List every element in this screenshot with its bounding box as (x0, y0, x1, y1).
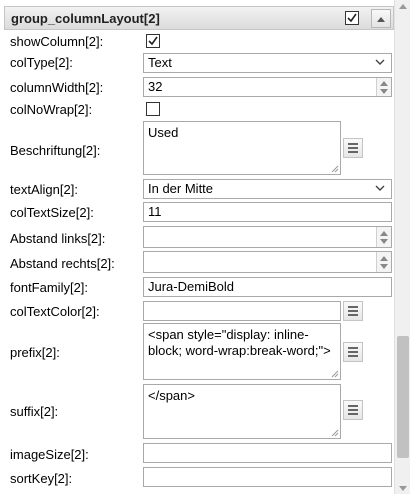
fontfamily-input[interactable]: Jura-DemiBold (143, 277, 392, 297)
list-editor-icon (348, 143, 358, 153)
resize-grip-icon (331, 370, 339, 378)
vertical-scrollbar[interactable] (394, 0, 410, 494)
spinner-down-icon (380, 264, 388, 269)
abstand-links-input[interactable] (143, 226, 392, 248)
prefix-editor-button[interactable] (343, 342, 363, 362)
properties-panel: group_columnLayout[2] showColumn[2]: col… (0, 0, 410, 494)
beschriftung-label: Beschriftung[2]: (10, 143, 101, 158)
resize-grip-icon (331, 165, 339, 173)
imagesize-label: imageSize[2]: (10, 447, 89, 462)
coltype-value: Text (148, 55, 172, 70)
scroll-down-icon (399, 486, 407, 491)
textalign-value: In der Mitte (148, 181, 214, 196)
abstand-rechts-label: Abstand rechts[2]: (10, 256, 115, 271)
beschriftung-textarea[interactable]: Used (143, 121, 341, 175)
columnwidth-input[interactable]: 32 (143, 77, 392, 97)
coltextsize-input[interactable]: 11 (143, 202, 392, 222)
columnwidth-spinner[interactable] (376, 78, 391, 96)
scroll-up-icon (399, 4, 407, 9)
abstand-rechts-spinner[interactable] (376, 252, 391, 272)
spinner-up-icon (380, 256, 388, 261)
chevron-down-icon (375, 59, 385, 65)
fontfamily-label: fontFamily[2]: (10, 280, 89, 295)
checkmark-icon (148, 36, 158, 46)
beschriftung-editor-button[interactable] (343, 138, 363, 158)
abstand-links-spinner[interactable] (376, 227, 391, 247)
fontfamily-value: Jura-DemiBold (148, 279, 234, 294)
showcolumn-label: showColumn[2]: (10, 34, 104, 49)
coltextcolor-editor-button[interactable] (343, 301, 363, 321)
sortkey-input[interactable] (143, 467, 392, 487)
list-editor-icon (348, 306, 358, 316)
suffix-value: </span> (148, 388, 195, 403)
group-header: group_columnLayout[2] (4, 6, 394, 30)
coltextcolor-label: colTextColor[2]: (10, 304, 100, 319)
resize-grip-icon (331, 429, 339, 437)
abstand-links-label: Abstand links[2]: (10, 231, 106, 246)
coltype-select[interactable]: Text (143, 53, 392, 73)
coltextcolor-input[interactable] (143, 301, 341, 321)
suffix-label: suffix[2]: (10, 404, 59, 419)
collapse-button[interactable] (371, 9, 391, 28)
list-editor-icon (348, 347, 358, 357)
spinner-down-icon (380, 89, 388, 94)
sortkey-label: sortKey[2]: (10, 471, 73, 486)
chevron-up-icon (377, 16, 385, 22)
scrollbar-thumb[interactable] (397, 336, 409, 458)
textalign-select[interactable]: In der Mitte (143, 179, 392, 199)
coltype-label: colType[2]: (10, 55, 73, 70)
colnowrap-checkbox[interactable] (146, 102, 160, 116)
checkmark-icon (345, 11, 359, 25)
list-editor-icon (348, 405, 358, 415)
coltextsize-value: 11 (148, 204, 162, 219)
prefix-label: prefix[2]: (10, 345, 60, 360)
chevron-down-icon (375, 185, 385, 191)
group-title: group_columnLayout[2] (11, 11, 160, 26)
group-enabled-checkbox[interactable] (345, 11, 359, 25)
coltextsize-label: colTextSize[2]: (10, 205, 94, 220)
spinner-up-icon (380, 81, 388, 86)
prefix-textarea[interactable]: <span style="display: inline-block; word… (143, 323, 341, 380)
suffix-textarea[interactable]: </span> (143, 384, 341, 439)
abstand-rechts-input[interactable] (143, 251, 392, 273)
showcolumn-checkbox[interactable] (146, 34, 160, 48)
columnwidth-label: columnWidth[2]: (10, 80, 104, 95)
textalign-label: textAlign[2]: (10, 182, 78, 197)
spinner-up-icon (380, 231, 388, 236)
columnwidth-value: 32 (148, 79, 163, 94)
spinner-down-icon (380, 239, 388, 244)
imagesize-input[interactable] (143, 443, 392, 463)
suffix-editor-button[interactable] (343, 400, 363, 420)
beschriftung-value: Used (148, 125, 179, 140)
prefix-value: <span style="display: inline-block; word… (148, 327, 331, 358)
colnowrap-label: colNoWrap[2]: (10, 102, 93, 117)
